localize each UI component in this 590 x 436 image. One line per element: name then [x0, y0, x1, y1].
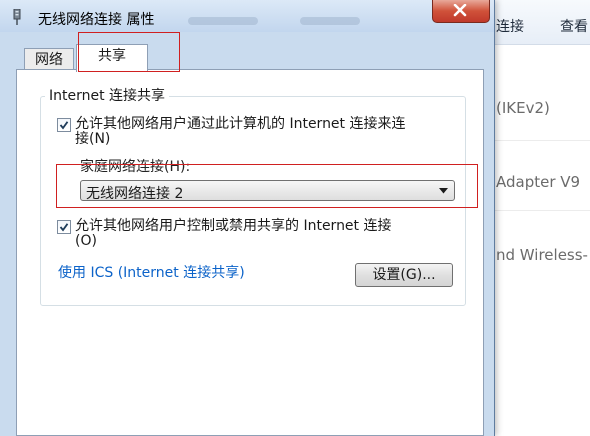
- toolbar-view-item[interactable]: 查看: [560, 16, 588, 36]
- checkmark-icon: [59, 223, 69, 232]
- group-title: Internet 连接共享: [45, 85, 170, 105]
- allow-sharing-label: 允许其他网络用户通过此计算机的 Internet 连接来连: [75, 116, 406, 132]
- settings-button[interactable]: 设置(G)...: [355, 263, 453, 287]
- titlebar-glass-blur: [188, 17, 258, 25]
- tab-strip: 网络 共享: [0, 32, 494, 72]
- dialog-title: 无线网络连接 属性: [38, 12, 155, 28]
- screen: 连接 查看 (IKEv2) Adapter V9 nd Wireless- 无线…: [0, 0, 590, 436]
- adapter-list-item[interactable]: (IKEv2): [496, 99, 550, 117]
- tab-sharing[interactable]: 共享: [76, 44, 148, 72]
- close-button[interactable]: [432, 0, 490, 23]
- divider: [490, 140, 590, 141]
- ics-help-link[interactable]: 使用 ICS (Internet 连接共享): [58, 262, 245, 282]
- dialog-titlebar[interactable]: 无线网络连接 属性: [0, 0, 494, 32]
- dropdown-arrow-icon: [439, 188, 448, 194]
- properties-dialog: 无线网络连接 属性 网络 共享 Internet 连接共享 允许其他网络用户通过…: [0, 0, 495, 436]
- allow-control-label-cont: (O): [75, 233, 97, 249]
- home-connection-value: 无线网络连接 2: [86, 186, 184, 202]
- divider: [490, 210, 590, 211]
- allow-control-checkbox[interactable]: [57, 220, 71, 234]
- network-adapter-icon: [13, 9, 21, 25]
- home-connection-dropdown[interactable]: 无线网络连接 2: [80, 180, 455, 202]
- titlebar-glass-blur: [300, 17, 360, 25]
- tab-network[interactable]: 网络: [24, 48, 74, 71]
- toolbar-connect-item[interactable]: 连接: [496, 16, 524, 36]
- allow-sharing-label-cont: 接(N): [75, 131, 111, 147]
- checkmark-icon: [59, 121, 69, 130]
- adapter-list-item[interactable]: Adapter V9: [496, 173, 580, 191]
- allow-sharing-checkbox[interactable]: [57, 118, 71, 132]
- close-icon: [453, 4, 467, 17]
- adapter-list-item[interactable]: nd Wireless-: [496, 246, 588, 264]
- allow-control-label: 允许其他网络用户控制或禁用共享的 Internet 连接: [75, 218, 392, 234]
- home-connection-label: 家庭网络连接(H):: [80, 159, 191, 175]
- sharing-tab-panel: Internet 连接共享 允许其他网络用户通过此计算机的 Internet 连…: [16, 69, 484, 436]
